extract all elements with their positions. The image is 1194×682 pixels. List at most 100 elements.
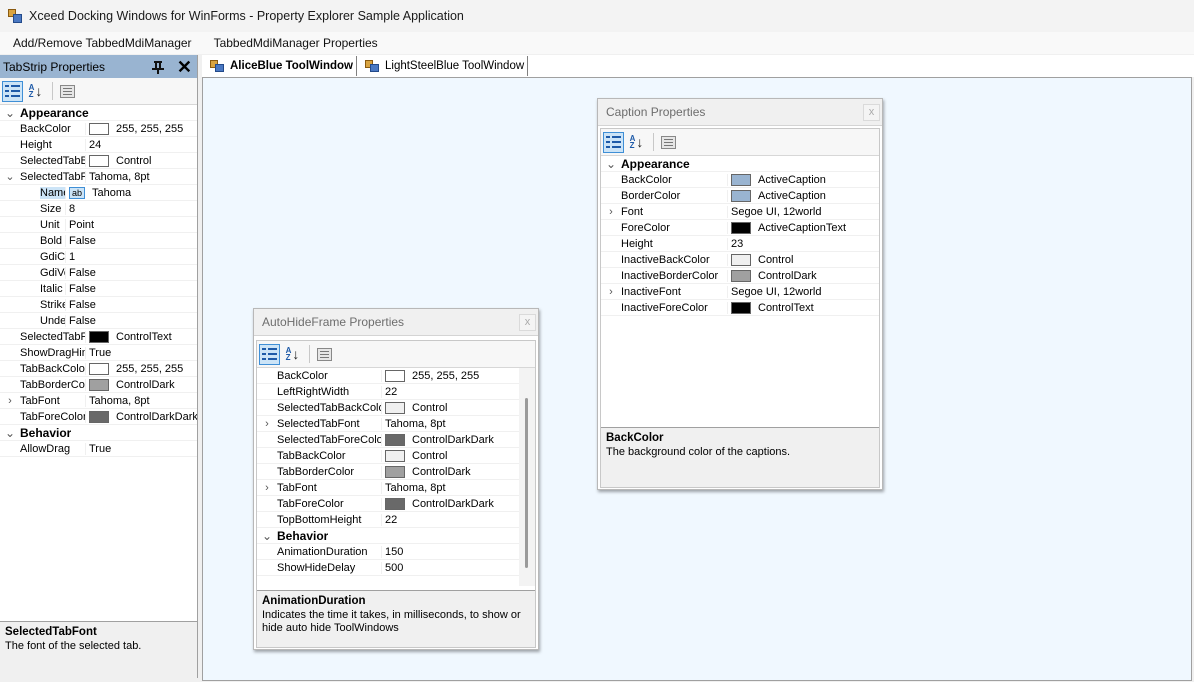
expand-icon[interactable]: › (0, 395, 20, 407)
collapse-icon[interactable]: ⌄ (0, 106, 20, 120)
property-row[interactable]: Height 24 (0, 137, 197, 153)
property-row[interactable]: SelectedTabBackColor Control (257, 400, 521, 416)
property-value[interactable]: Tahoma, 8pt (85, 394, 197, 407)
expand-icon[interactable]: › (257, 418, 277, 430)
property-row[interactable]: InactiveForeColor ControlText (601, 300, 879, 316)
property-row[interactable]: InactiveBorderColor ControlDark (601, 268, 879, 284)
property-row[interactable]: TabBackColor 255, 255, 255 (0, 361, 197, 377)
property-row[interactable]: AnimationDuration 150 (257, 544, 521, 560)
property-row[interactable]: SelectedTabBackColor Control (0, 153, 197, 169)
property-row[interactable]: › InactiveFont Segoe UI, 12world (601, 284, 879, 300)
property-row[interactable]: GdiCharSet 1 (0, 249, 197, 265)
property-row[interactable]: › TabFont Tahoma, 8pt (257, 480, 521, 496)
property-value[interactable]: False (65, 234, 197, 247)
categorized-button[interactable] (259, 343, 280, 365)
category-row[interactable]: ⌄ Behavior (257, 528, 521, 544)
property-row[interactable]: LeftRightWidth 22 (257, 384, 521, 400)
property-row[interactable]: ⌄SelectedTabFont Tahoma, 8pt (0, 169, 197, 185)
property-value[interactable]: ActiveCaption (727, 173, 879, 186)
property-value[interactable]: ControlDarkDark (381, 433, 521, 446)
property-row[interactable]: Size 8 (0, 201, 197, 217)
close-icon[interactable]: ✕ (177, 58, 192, 76)
property-value[interactable]: False (65, 298, 197, 311)
close-icon[interactable]: x (519, 313, 536, 331)
property-row[interactable]: Bold False (0, 233, 197, 249)
scrollbar-thumb[interactable] (525, 398, 528, 568)
close-icon[interactable]: x (863, 103, 880, 121)
property-value[interactable]: ControlDark (85, 378, 197, 391)
property-row[interactable]: Unit Point (0, 217, 197, 233)
property-value[interactable]: 255, 255, 255 (85, 122, 197, 135)
property-row[interactable]: ShowHideDelay 500 (257, 560, 521, 576)
property-value[interactable]: Tahoma, 8pt (381, 417, 521, 430)
property-row[interactable]: AllowDrag True (0, 441, 197, 457)
autohideframe-properties-caption[interactable]: AutoHideFrame Properties x (254, 309, 538, 336)
property-row[interactable]: BackColor ActiveCaption (601, 172, 879, 188)
expand-icon[interactable]: › (601, 206, 621, 218)
property-value[interactable]: Tahoma, 8pt (381, 481, 521, 494)
property-value[interactable]: 150 (381, 545, 521, 558)
property-row[interactable]: Nameab Tahoma (0, 185, 197, 201)
tab-lightsteelblue-toolwindow[interactable]: LightSteelBlue ToolWindow (357, 56, 529, 76)
property-value[interactable]: Control (85, 154, 197, 167)
property-value[interactable]: ControlText (727, 301, 879, 314)
property-value[interactable]: ControlDark (381, 465, 521, 478)
property-value[interactable]: 500 (381, 561, 521, 574)
property-value[interactable]: Tahoma, 8pt (85, 170, 197, 183)
property-value[interactable]: Control (381, 401, 521, 414)
property-row[interactable]: BorderColor ActiveCaption (601, 188, 879, 204)
collapse-icon[interactable]: ⌄ (0, 426, 20, 440)
property-value[interactable]: 8 (65, 202, 197, 215)
property-row[interactable]: TabForeColor ControlDarkDark (257, 496, 521, 512)
property-row[interactable]: TabBorderColor ControlDark (257, 464, 521, 480)
property-row[interactable]: › TabFont Tahoma, 8pt (0, 393, 197, 409)
category-row[interactable]: ⌄ Appearance (0, 105, 197, 121)
category-row[interactable]: ⌄ Appearance (601, 156, 879, 172)
property-value[interactable]: Point (65, 218, 197, 231)
property-value[interactable]: False (65, 314, 197, 327)
collapse-icon[interactable]: ⌄ (0, 170, 20, 183)
expand-icon[interactable]: › (257, 482, 277, 494)
vertical-scrollbar[interactable] (519, 368, 535, 586)
property-row[interactable]: Height 23 (601, 236, 879, 252)
property-value[interactable]: True (85, 346, 197, 359)
caption-properties-caption[interactable]: Caption Properties x (598, 99, 882, 126)
tabstrip-properties-caption[interactable]: TabStrip Properties ✕ (0, 55, 197, 78)
property-row[interactable]: Underline False (0, 313, 197, 329)
property-row[interactable]: › SelectedTabFont Tahoma, 8pt (257, 416, 521, 432)
property-value[interactable]: False (65, 282, 197, 295)
expand-icon[interactable]: › (601, 286, 621, 298)
property-value[interactable]: True (85, 442, 197, 455)
property-row[interactable]: › Font Segoe UI, 12world (601, 204, 879, 220)
property-row[interactable]: SelectedTabForeColor ControlText (0, 329, 197, 345)
alphabetical-button[interactable]: A Z ↓ (25, 81, 46, 102)
property-value[interactable]: Segoe UI, 12world (727, 205, 879, 218)
categorized-button[interactable] (603, 131, 624, 153)
property-row[interactable]: ForeColor ActiveCaptionText (601, 220, 879, 236)
property-row[interactable]: InactiveBackColor Control (601, 252, 879, 268)
property-row[interactable]: Strikeout False (0, 297, 197, 313)
property-row[interactable]: SelectedTabForeColor ControlDarkDark (257, 432, 521, 448)
collapse-icon[interactable]: ⌄ (257, 529, 277, 543)
alphabetical-button[interactable]: A Z ↓ (282, 344, 303, 365)
property-value[interactable]: ActiveCaption (727, 189, 879, 202)
property-value[interactable]: 24 (85, 138, 197, 151)
property-pages-button[interactable] (57, 81, 78, 102)
property-value[interactable]: Control (727, 253, 879, 266)
property-row[interactable]: TabBorderColor ControlDark (0, 377, 197, 393)
property-row[interactable]: Italic False (0, 281, 197, 297)
property-pages-button[interactable] (658, 132, 679, 153)
property-value[interactable]: ControlDark (727, 269, 879, 282)
pin-icon[interactable] (151, 59, 165, 75)
property-row[interactable]: TabBackColor Control (257, 448, 521, 464)
property-row[interactable]: GdiVerticalFont False (0, 265, 197, 281)
property-value[interactable]: 255, 255, 255 (381, 369, 521, 382)
property-value[interactable]: ActiveCaptionText (727, 221, 879, 234)
property-row[interactable]: TabForeColor ControlDarkDark (0, 409, 197, 425)
property-row[interactable]: BackColor 255, 255, 255 (0, 121, 197, 137)
property-value[interactable]: ControlDarkDark (381, 497, 521, 510)
category-row[interactable]: ⌄ Behavior (0, 425, 197, 441)
alphabetical-button[interactable]: A Z ↓ (626, 132, 647, 153)
property-value[interactable]: ControlDarkDark (85, 410, 197, 423)
tab-aliceblue-toolwindow[interactable]: AliceBlue ToolWindow (202, 56, 357, 76)
